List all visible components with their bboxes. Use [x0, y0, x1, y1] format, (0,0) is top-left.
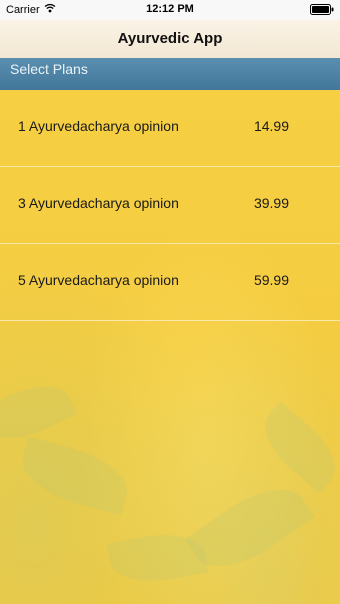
app-screen: Carrier 12:12 PM Ayurvedic App Select Pl…	[0, 0, 340, 604]
leaf-decoration	[15, 436, 135, 516]
plan-row[interactable]: 5 Ayurvedacharya opinion 59.99	[0, 244, 340, 321]
plans-list: 1 Ayurvedacharya opinion 14.99 3 Ayurved…	[0, 90, 340, 604]
section-header: Select Plans	[0, 58, 340, 90]
plan-price: 39.99	[253, 195, 289, 211]
navigation-bar: Ayurvedic App	[0, 20, 340, 59]
leaf-decoration	[251, 401, 340, 494]
plan-price: 14.99	[253, 118, 289, 134]
plan-label: 5 Ayurvedacharya opinion	[18, 272, 179, 288]
plan-label: 3 Ayurvedacharya opinion	[18, 195, 179, 211]
plan-row[interactable]: 3 Ayurvedacharya opinion 39.99	[0, 167, 340, 244]
battery-icon	[310, 4, 334, 18]
plan-price: 59.99	[253, 272, 289, 288]
status-bar: Carrier 12:12 PM	[0, 0, 340, 20]
plan-row[interactable]: 1 Ayurvedacharya opinion 14.99	[0, 90, 340, 167]
status-time: 12:12 PM	[146, 3, 194, 15]
page-title: Ayurvedic App	[117, 30, 223, 47]
plan-label: 1 Ayurvedacharya opinion	[18, 118, 179, 134]
section-title: Select Plans	[10, 61, 88, 77]
